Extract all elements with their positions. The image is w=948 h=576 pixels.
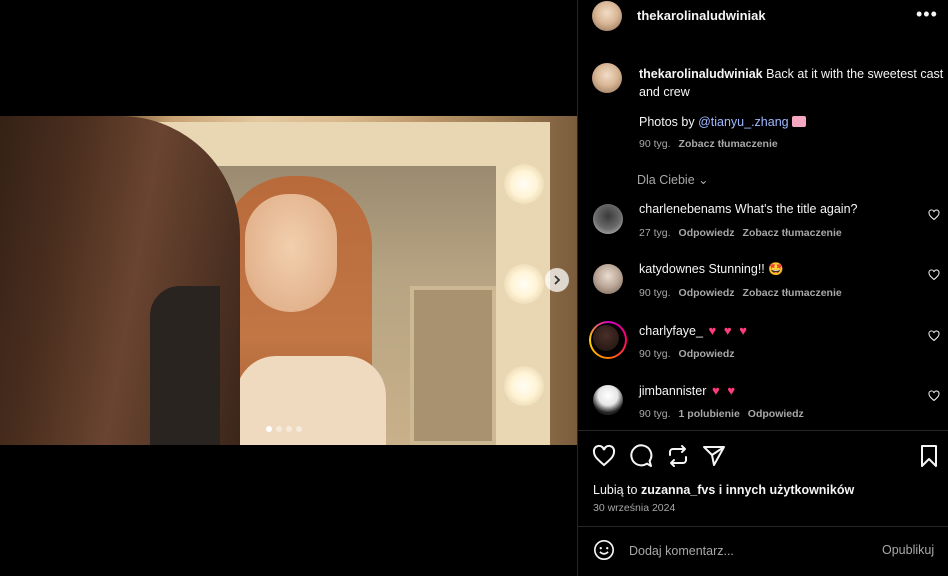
for-you-label: Dla Ciebie — [637, 173, 695, 187]
likes-others-link[interactable]: i innych użytkowników — [715, 483, 854, 497]
comment-likes-count[interactable]: 1 polubienie — [679, 408, 740, 420]
photographer-mention[interactable]: @tianyu_.zhang — [698, 115, 789, 129]
comment-text: charlyfaye_ ♥ ♥ ♥ — [639, 323, 749, 338]
comment-item: charlenebenams What's the title again? 2… — [578, 202, 948, 256]
heart-outline-icon[interactable] — [928, 269, 940, 281]
media-pane — [0, 0, 577, 576]
reply-button[interactable]: Odpowiedz — [679, 287, 735, 299]
comment-time: 90 tyg. — [639, 408, 671, 420]
caption-meta: 90 tyg. Zobacz tłumaczenie — [639, 138, 778, 150]
girl-face — [245, 194, 337, 312]
comment-body: What's the title again? — [731, 202, 858, 216]
chevron-right-icon — [554, 275, 561, 285]
reply-button[interactable]: Odpowiedz — [748, 408, 804, 420]
comment-time: 90 tyg. — [639, 348, 671, 360]
likes-prefix: Lubią to — [593, 483, 641, 497]
emoji-picker-icon[interactable] — [593, 539, 615, 561]
girl-body — [236, 356, 386, 445]
divider — [578, 430, 948, 431]
carousel-next-button[interactable] — [545, 268, 569, 292]
photo-credit: Photos by @tianyu_.zhang — [639, 115, 807, 129]
caption-avatar[interactable] — [592, 63, 622, 93]
comment-meta: 27 tyg. Odpowiedz Zobacz tłumaczenie — [639, 227, 842, 239]
heart-outline-icon[interactable] — [928, 209, 940, 221]
comment-item: katydownes Stunning!! 🤩 90 tyg. Odpowiedz… — [578, 262, 948, 316]
comment-input[interactable] — [629, 542, 869, 560]
post-photo[interactable] — [0, 116, 577, 445]
caption-username[interactable]: thekarolinaludwiniak — [639, 67, 763, 81]
more-options-icon[interactable]: ••• — [916, 4, 938, 25]
like-heart-icon[interactable] — [592, 444, 616, 468]
reply-button[interactable]: Odpowiedz — [679, 348, 735, 360]
comment-avatar[interactable] — [593, 325, 619, 351]
comment-text: jimbannister ♥ ♥ — [639, 383, 737, 398]
pink-heart-emoji-icon — [792, 116, 807, 127]
carousel-dot — [296, 426, 302, 432]
comment-bubble-icon[interactable] — [629, 444, 653, 468]
post-details-panel: thekarolinaludwiniak ••• thekarolinaludw… — [577, 0, 948, 576]
mirror-bulb — [504, 366, 544, 406]
author-avatar[interactable] — [592, 1, 622, 31]
comment-username[interactable]: charlyfaye_ — [639, 324, 703, 338]
post-header: thekarolinaludwiniak ••• — [578, 0, 948, 38]
comment-avatar[interactable] — [593, 385, 623, 415]
caption-time: 90 tyg. — [639, 138, 671, 150]
liker-username[interactable]: zuzanna_fvs — [641, 483, 715, 497]
story-ring[interactable] — [589, 321, 627, 359]
heart-outline-icon[interactable] — [928, 330, 940, 342]
comment-username[interactable]: katydownes — [639, 262, 705, 276]
author-username[interactable]: thekarolinaludwiniak — [637, 8, 766, 23]
carousel-dot — [286, 426, 292, 432]
mirror-door — [410, 286, 496, 445]
comment-text: charlenebenams What's the title again? — [639, 202, 858, 216]
heart-outline-icon[interactable] — [928, 390, 940, 402]
comment-item: jimbannister ♥ ♥ 90 tyg. 1 polubienie Odpo… — [578, 383, 948, 437]
foreground-shoulder — [150, 286, 220, 445]
chevron-down-icon: ⌄ — [698, 173, 709, 187]
post-comment-button[interactable]: Opublikuj — [882, 543, 934, 557]
save-bookmark-icon[interactable] — [917, 444, 941, 468]
comment-username[interactable]: charlenebenams — [639, 202, 731, 216]
heart-emojis: ♥ ♥ — [706, 383, 738, 398]
carousel-dot — [276, 426, 282, 432]
comment-body: Stunning!! 🤩 — [705, 262, 784, 276]
comment-time: 90 tyg. — [639, 287, 671, 299]
likes-summary: Lubią to zuzanna_fvs i innych użytkownik… — [593, 483, 854, 497]
comment-username[interactable]: jimbannister — [639, 384, 706, 398]
comment-item: charlyfaye_ ♥ ♥ ♥ 90 tyg. Odpowiedz — [578, 321, 948, 377]
caption-translate-link[interactable]: Zobacz tłumaczenie — [679, 138, 778, 150]
comment-meta: 90 tyg. Odpowiedz — [639, 348, 735, 360]
post-date[interactable]: 30 września 2024 — [593, 502, 675, 514]
comment-time: 27 tyg. — [639, 227, 671, 239]
comment-text: katydownes Stunning!! 🤩 — [639, 262, 784, 277]
translate-button[interactable]: Zobacz tłumaczenie — [743, 287, 842, 299]
reply-button[interactable]: Odpowiedz — [679, 227, 735, 239]
carousel-dot — [266, 426, 272, 432]
comment-avatar[interactable] — [593, 204, 623, 234]
comment-meta: 90 tyg. 1 polubienie Odpowiedz — [639, 408, 804, 420]
share-send-icon[interactable] — [702, 444, 726, 468]
for-you-filter[interactable]: Dla Ciebie ⌄ — [637, 172, 709, 187]
post-actions — [578, 441, 948, 471]
caption-text: thekarolinaludwiniak Back at it with the… — [639, 65, 944, 101]
carousel-dots — [266, 426, 302, 432]
mirror-bulb — [504, 264, 544, 304]
mirror-bulb — [504, 164, 544, 204]
add-comment-bar: Opublikuj — [578, 527, 948, 576]
heart-emojis: ♥ ♥ ♥ — [702, 323, 749, 338]
comment-meta: 90 tyg. Odpowiedz Zobacz tłumaczenie — [639, 287, 842, 299]
translate-button[interactable]: Zobacz tłumaczenie — [743, 227, 842, 239]
comment-avatar[interactable] — [593, 264, 623, 294]
photo-credit-label: Photos by — [639, 115, 699, 129]
repost-icon[interactable] — [666, 444, 690, 468]
